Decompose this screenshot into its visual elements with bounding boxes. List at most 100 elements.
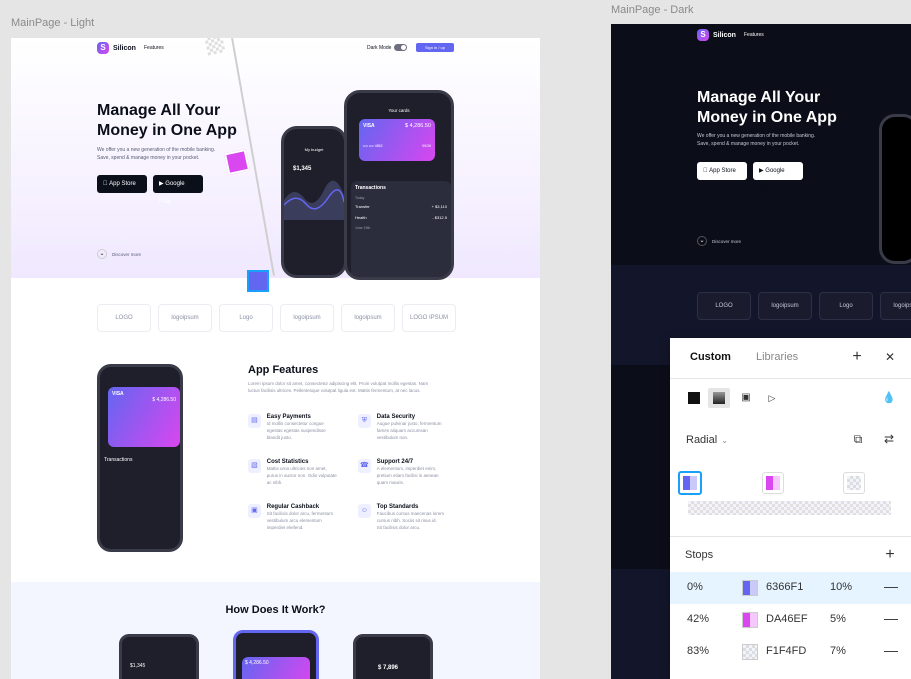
dark-mode-toggle[interactable] xyxy=(394,44,407,51)
feature-desc: Augue pulvinar justo, fermentum xyxy=(376,421,442,426)
features-card: VISA $ 4,286.50 xyxy=(108,387,180,447)
remove-stop-icon[interactable]: — xyxy=(884,578,898,594)
feature-item: ▧ Cost Statistics Mattis urna ultricies no… xyxy=(248,459,358,486)
stop-position[interactable]: 42% xyxy=(687,613,709,625)
stop-row[interactable]: 83% F1F4FD 7% — xyxy=(670,636,911,668)
light-frame[interactable]: S Silicon Features Dark Mode Sign in / u… xyxy=(11,38,540,679)
feature-desc: vestibulum arcu elementum xyxy=(266,518,322,523)
feature-item: ☺ Top Standards Faucibus cursus maecenas l… xyxy=(358,504,468,531)
card-amount: $ 4,286.50 xyxy=(152,397,176,403)
stop-position[interactable]: 83% xyxy=(687,645,709,657)
feature-desc: quam mauris. xyxy=(376,480,405,485)
feature-item: ▤ Easy Payments Id mollis consectetur cong… xyxy=(248,414,358,441)
shield-icon: ⛨ xyxy=(358,414,371,428)
tab-libraries[interactable]: Libraries xyxy=(756,351,798,363)
chevron-down-icon: ⌄ xyxy=(697,236,707,246)
how-amount: $ 4,286.50 xyxy=(245,660,269,666)
stop-color-swatch[interactable] xyxy=(742,580,758,596)
remove-stop-icon[interactable]: — xyxy=(884,642,898,658)
phone-budget-title: My budget xyxy=(304,147,324,152)
sign-in-button[interactable]: Sign in / up xyxy=(416,43,454,52)
divider xyxy=(670,536,911,537)
video-fill-icon[interactable]: ▷ xyxy=(764,390,780,406)
stop-row[interactable]: 42% DA46EF 5% — xyxy=(670,604,911,636)
hero-title-line-1: Manage All Your xyxy=(97,102,221,119)
partner-logo: LOGO xyxy=(97,304,151,332)
gradient-handle-stop-1[interactable] xyxy=(247,270,269,292)
transactions-panel: Transactions Today Transfer + $3,110 Heal… xyxy=(351,181,451,277)
app-store-button[interactable]:  App Store xyxy=(97,175,147,193)
add-style-icon[interactable]: + xyxy=(849,349,865,365)
how-title: How Does It Work? xyxy=(225,604,326,616)
card-exp: 09/26 xyxy=(422,144,431,148)
gradient-stop-marker-1[interactable] xyxy=(678,471,702,495)
gradient-type-dropdown[interactable]: Radial ⌄ xyxy=(686,434,728,446)
dark-frame-label[interactable]: MainPage - Dark xyxy=(611,4,694,16)
gradient-type-label: Radial xyxy=(686,434,718,446)
image-fill-icon[interactable]: ▣ xyxy=(738,390,754,406)
stop-color-swatch[interactable] xyxy=(742,612,758,628)
gradient-stop-marker-3[interactable] xyxy=(843,472,865,494)
stop-swatch xyxy=(766,476,780,490)
rotate-gradient-icon[interactable]: ⧉ xyxy=(850,431,866,447)
feature-desc: Sit facilisis dolor arcu, fermentum xyxy=(266,511,334,516)
cashback-icon: ▣ xyxy=(248,504,261,518)
smile-icon: ☺ xyxy=(358,504,371,518)
apple-icon:  xyxy=(703,168,708,174)
dark-mode-label: Dark Mode xyxy=(367,45,392,51)
stop-swatch xyxy=(683,476,697,490)
dark-discover-link[interactable]: ⌄ Discover more xyxy=(697,236,741,246)
hero-subtitle: We offer you a new generation of the mob… xyxy=(97,146,215,162)
dark-brand[interactable]: S Silicon xyxy=(697,29,736,41)
gradient-fill-button[interactable] xyxy=(708,388,730,408)
transactions-title: Transactions xyxy=(104,457,133,463)
solid-fill-icon[interactable] xyxy=(688,392,700,404)
bar-chart-icon: ▧ xyxy=(248,459,261,473)
card-brand: VISA xyxy=(363,123,375,129)
partner-logo: logoipsum xyxy=(758,292,812,320)
remove-stop-icon[interactable]: — xyxy=(884,610,898,626)
features-subtitle-line-1: Lorem ipsum dolor sit amet, consectetur … xyxy=(248,381,429,386)
gradient-handle-stop-2[interactable] xyxy=(223,148,251,176)
gradient-stop-marker-2[interactable] xyxy=(762,472,784,494)
play-icon: ▶ xyxy=(159,181,164,187)
close-icon[interactable]: ✕ xyxy=(882,349,898,365)
tab-custom[interactable]: Custom xyxy=(690,351,731,363)
feature-desc: Mattis urna ultricies non amet, xyxy=(266,466,327,471)
dark-google-play-button[interactable]: ▶ Google Play xyxy=(753,162,803,192)
stop-opacity[interactable]: 10% xyxy=(830,581,852,593)
stop-color-swatch[interactable] xyxy=(742,644,758,660)
add-stop-icon[interactable]: + xyxy=(882,547,898,563)
stop-hex[interactable]: 6366F1 xyxy=(766,581,803,593)
support-icon: ☎ xyxy=(358,459,371,473)
nav-features[interactable]: Features xyxy=(144,45,164,51)
budget-chart xyxy=(284,180,344,220)
phone-card: VISA $ 4,286.50 •••• •••• 4852 09/26 xyxy=(359,119,435,161)
brand[interactable]: S Silicon xyxy=(97,42,136,54)
feature-desc: pretium etiam facilisi in aenean xyxy=(376,473,439,478)
feature-desc: imperdiet eleifend. xyxy=(266,525,304,530)
card-brand: VISA xyxy=(112,391,124,397)
brand-logo-icon: S xyxy=(697,29,709,41)
tx-name: Transfer xyxy=(355,204,370,209)
stop-hex[interactable]: F1F4FD xyxy=(766,645,806,657)
how-amount: $1,345 xyxy=(130,663,146,669)
phone-cards-title: Your cards xyxy=(388,108,410,113)
hero-phone-cards: Your cards VISA $ 4,286.50 •••• •••• 485… xyxy=(344,90,454,280)
feature-desc: vestibulum non. xyxy=(376,435,409,440)
google-play-button[interactable]: ▶ Google Play xyxy=(153,175,203,205)
flip-gradient-icon[interactable]: ⇄ xyxy=(881,431,897,447)
stop-opacity[interactable]: 7% xyxy=(830,645,846,657)
dark-nav-features[interactable]: Features xyxy=(744,32,764,38)
light-frame-label[interactable]: MainPage - Light xyxy=(11,17,94,29)
stop-opacity[interactable]: 5% xyxy=(830,613,846,625)
discover-more-label: Discover more xyxy=(112,251,142,257)
dark-app-store-button[interactable]:  App Store xyxy=(697,162,747,180)
dark-hero-title: Manage All Your Money in One App xyxy=(697,88,897,128)
discover-more-link[interactable]: ⌄ Discover more xyxy=(97,249,141,259)
stop-hex[interactable]: DA46EF xyxy=(766,613,808,625)
stop-row[interactable]: 0% 6366F1 10% — xyxy=(670,572,911,604)
stop-position[interactable]: 0% xyxy=(687,581,703,593)
gradient-preview-bar[interactable] xyxy=(688,501,891,515)
blend-mode-icon[interactable]: 💧 xyxy=(881,390,897,406)
